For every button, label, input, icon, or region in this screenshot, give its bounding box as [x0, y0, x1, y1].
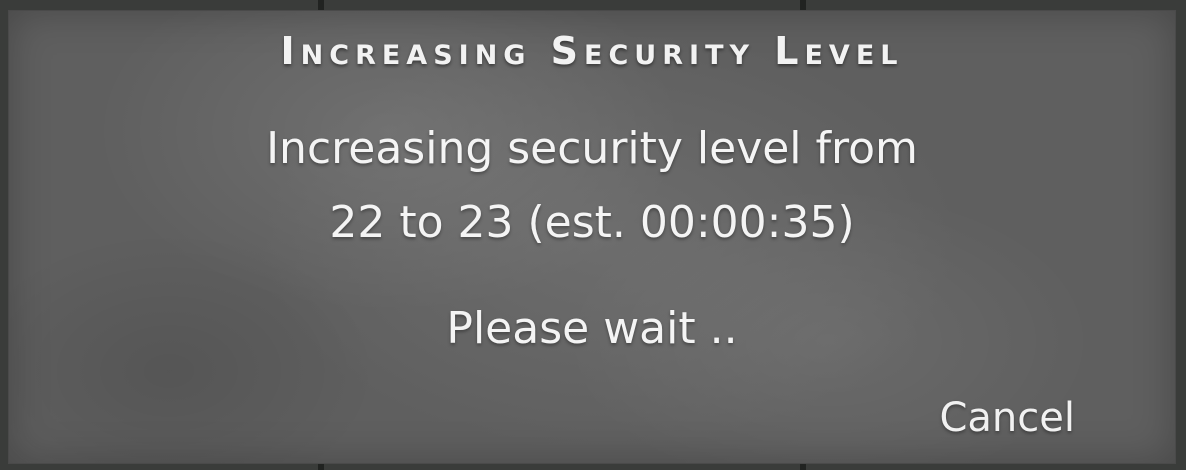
cancel-button[interactable]: Cancel: [939, 395, 1075, 441]
progress-message-line1: Increasing security level from: [266, 123, 918, 174]
wait-status-text: Please wait ..: [446, 303, 738, 354]
dialog-title: Increasing Security Level: [280, 29, 904, 73]
security-level-dialog: Increasing Security Level Increasing sec…: [8, 10, 1176, 464]
progress-message-line2: 22 to 23 (est. 00:00:35): [329, 197, 855, 248]
